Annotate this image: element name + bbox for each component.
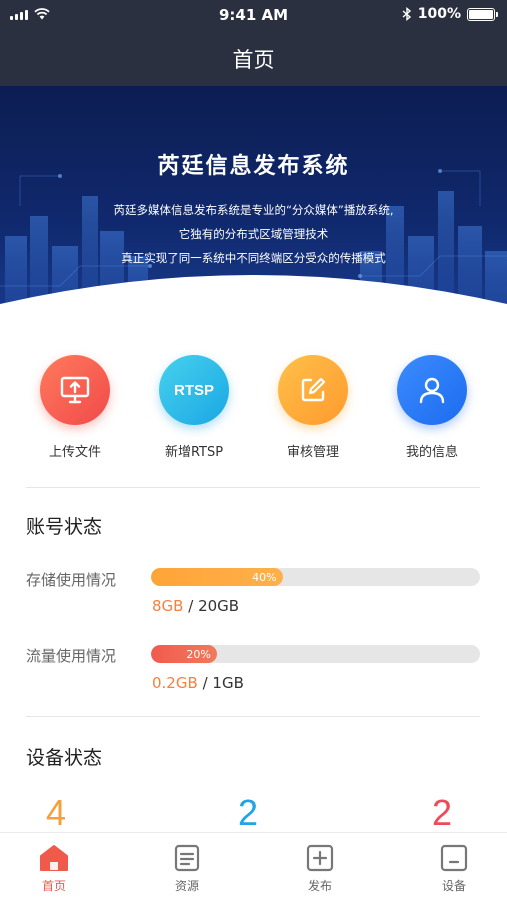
rtsp-icon: RTSP [159, 355, 229, 425]
document-icon [171, 843, 203, 873]
page-title: 首页 [232, 48, 275, 72]
divider [26, 487, 480, 488]
storage-used: 8GB [152, 597, 184, 615]
bottom-tab-bar: 首页 资源 发布 设备 [0, 832, 507, 900]
tab-home[interactable]: 首页 [0, 833, 114, 900]
storage-separator: / [188, 597, 194, 615]
storage-progress-fill: 40% [151, 568, 283, 586]
my-info-label: 我的信息 [405, 445, 458, 460]
rtsp-icon-text: RTSP [173, 381, 214, 399]
device-count-1: 4 [46, 792, 67, 833]
traffic-progress-bar: 20% [151, 645, 480, 663]
plus-box-icon [304, 843, 336, 873]
battery-icon [467, 7, 498, 21]
traffic-used: 0.2GB [152, 674, 198, 692]
battery-percent: 100% [417, 6, 461, 22]
user-icon [397, 355, 467, 425]
tab-home-label: 首页 [41, 879, 66, 893]
divider [26, 716, 480, 717]
banner-description-line-2: 它独有的分布式区域管理技术 [178, 227, 329, 241]
traffic-separator: / [202, 674, 208, 692]
tab-devices-label: 设备 [441, 879, 466, 893]
home-icon [38, 843, 70, 873]
quick-actions: 上传文件 RTSP 新增RTSP 审核管理 我的信息 [0, 355, 507, 465]
review-management-label: 审核管理 [286, 445, 339, 460]
storage-usage-label: 存储使用情况 [26, 571, 117, 589]
add-rtsp-button[interactable]: RTSP 新增RTSP [139, 355, 249, 460]
bluetooth-icon [402, 7, 411, 21]
add-rtsp-label: 新增RTSP [164, 445, 224, 460]
tab-publish[interactable]: 发布 [260, 833, 380, 900]
traffic-usage-value: 0.2GB / 1GB [152, 674, 244, 692]
account-status-title: 账号状态 [26, 516, 103, 538]
banner-description-line-3: 真正实现了同一系统中不同终端区分受众的传播模式 [121, 251, 386, 265]
storage-usage-value: 8GB / 20GB [152, 597, 239, 615]
traffic-total: 1GB [212, 674, 244, 692]
tab-publish-label: 发布 [307, 879, 332, 893]
my-info-button[interactable]: 我的信息 [377, 355, 487, 460]
edit-icon [278, 355, 348, 425]
banner-description-line-1: 芮廷多媒体信息发布系统是专业的“分众媒体”播放系统, [113, 203, 394, 217]
hero-banner: 芮廷信息发布系统 芮廷多媒体信息发布系统是专业的“分众媒体”播放系统, 它独有的… [0, 86, 507, 336]
storage-percent-text: 40% [252, 570, 277, 584]
device-count-3: 2 [432, 792, 453, 833]
traffic-percent-text: 20% [186, 647, 211, 661]
device-status-title: 设备状态 [26, 747, 103, 769]
tab-resources-label: 资源 [174, 879, 199, 893]
upload-monitor-icon [40, 355, 110, 425]
device-count-2: 2 [238, 792, 259, 833]
tab-devices[interactable]: 设备 [394, 833, 507, 900]
storage-total: 20GB [198, 597, 240, 615]
upload-file-label: 上传文件 [48, 445, 101, 460]
review-management-button[interactable]: 审核管理 [258, 355, 368, 460]
top-bar: 9:41 AM 100% 首页 [0, 0, 507, 86]
status-bar: 9:41 AM 100% [0, 0, 507, 30]
traffic-usage-label: 流量使用情况 [26, 647, 117, 665]
device-icon [438, 843, 470, 873]
storage-progress-bar: 40% [151, 568, 480, 586]
banner-title: 芮廷信息发布系统 [157, 154, 350, 179]
traffic-progress-fill: 20% [151, 645, 217, 663]
upload-file-button[interactable]: 上传文件 [20, 355, 130, 460]
status-right: 100% [402, 6, 498, 22]
tab-resources[interactable]: 资源 [127, 833, 247, 900]
